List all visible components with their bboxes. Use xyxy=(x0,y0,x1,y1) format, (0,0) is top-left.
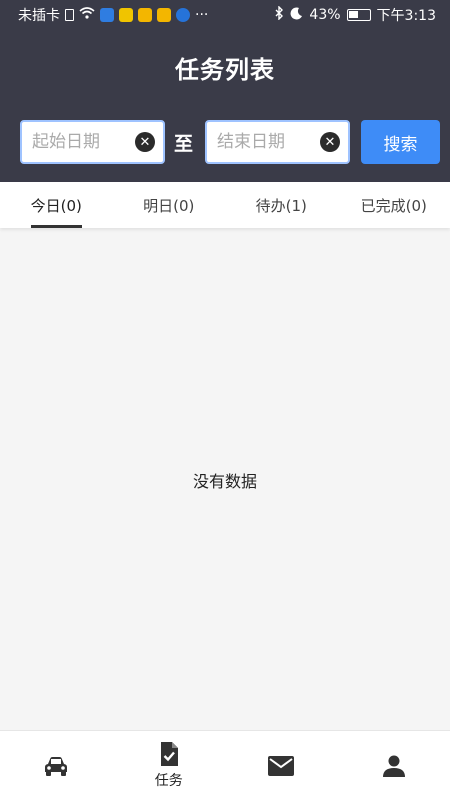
shield-app-icon xyxy=(100,8,114,22)
start-date-field[interactable]: ✕ xyxy=(20,120,165,164)
page-title: 任务列表 xyxy=(175,56,275,84)
nav-item-tasks[interactable]: 任务 xyxy=(113,731,226,800)
empty-state-text: 没有数据 xyxy=(192,472,257,491)
nav-item-messages[interactable] xyxy=(225,731,338,800)
moon-icon xyxy=(290,6,303,24)
bluetooth-icon xyxy=(274,5,284,24)
tab-tomorrow[interactable]: 明日(0) xyxy=(113,182,226,228)
user-icon xyxy=(381,753,407,779)
lightbulb-app-icon xyxy=(176,8,190,22)
tab-completed[interactable]: 已完成(0) xyxy=(338,182,450,228)
battery-icon xyxy=(346,9,371,21)
wifi-icon xyxy=(79,7,95,23)
status-bar: 未插卡 ··· 43% 下午3:13 xyxy=(0,0,450,30)
bottom-nav: 任务 xyxy=(0,730,450,800)
tab-pending[interactable]: 待办(1) xyxy=(225,182,338,228)
clear-end-date-icon[interactable]: ✕ xyxy=(320,132,340,152)
task-tabs: 今日(0) 明日(0) 待办(1) 已完成(0) xyxy=(0,182,450,228)
sim-icon xyxy=(65,9,74,21)
message-app-icon xyxy=(138,8,152,22)
header: 任务列表 ✕ 至 ✕ 搜索 xyxy=(0,30,450,182)
nav-label-tasks: 任务 xyxy=(154,773,183,789)
start-date-input[interactable] xyxy=(32,132,132,152)
mail-icon xyxy=(268,753,295,779)
notification-app-icon xyxy=(119,8,133,22)
task-check-icon xyxy=(156,741,182,767)
car-icon xyxy=(43,753,69,779)
status-bar-right: 43% 下午3:13 xyxy=(274,5,436,25)
battery-percent: 43% xyxy=(309,7,341,23)
status-bar-left: 未插卡 ··· xyxy=(18,5,208,25)
nav-item-vehicle[interactable] xyxy=(0,731,113,800)
end-date-input[interactable] xyxy=(217,132,317,152)
tab-today[interactable]: 今日(0) xyxy=(0,182,113,228)
end-date-field[interactable]: ✕ xyxy=(205,120,350,164)
search-button[interactable]: 搜索 xyxy=(361,120,440,164)
heart-app-icon xyxy=(157,8,171,22)
clock-time: 下午3:13 xyxy=(376,8,436,24)
date-range-separator: 至 xyxy=(174,133,194,155)
carrier-text: 未插卡 xyxy=(18,8,60,24)
clear-start-date-icon[interactable]: ✕ xyxy=(135,132,155,152)
nav-item-profile[interactable] xyxy=(338,731,450,800)
more-notifications: ··· xyxy=(195,7,209,23)
